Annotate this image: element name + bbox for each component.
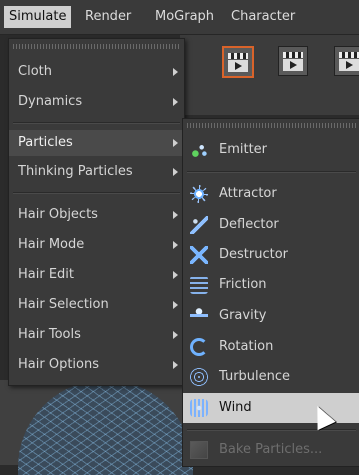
menu-item-label: Hair Objects	[18, 207, 98, 222]
menu-item-hair-options[interactable]: Hair Options	[9, 352, 184, 378]
emitter-icon	[190, 141, 208, 159]
tear-off-handle[interactable]	[187, 123, 356, 128]
submenu-item-label: Deflector	[219, 217, 279, 232]
clapper-render-icon[interactable]	[222, 46, 254, 78]
menu-item-particles[interactable]: Particles	[9, 130, 184, 156]
destructor-icon	[190, 246, 208, 264]
gravity-icon	[190, 307, 208, 325]
submenu-arrow-icon	[173, 361, 178, 369]
menu-item-cloth[interactable]: Cloth	[9, 59, 184, 85]
submenu-arrow-icon	[173, 168, 178, 176]
separator	[187, 171, 356, 173]
menu-item-label: Hair Edit	[18, 267, 75, 282]
submenu-arrow-icon	[173, 139, 178, 147]
submenu-item-label: Friction	[219, 277, 267, 292]
submenu-item-label: Wind	[219, 400, 252, 415]
menu-item-hair-objects[interactable]: Hair Objects	[9, 202, 184, 228]
attractor-icon	[190, 185, 208, 203]
submenu-item-gravity[interactable]: Gravity	[183, 301, 359, 331]
submenu-item-attractor[interactable]: Attractor	[183, 179, 359, 209]
submenu-item-turbulence[interactable]: Turbulence	[183, 362, 359, 392]
clapper-render-view-icon[interactable]	[278, 46, 308, 76]
clapper-render-settings-icon[interactable]	[334, 46, 359, 76]
submenu-item-deflector[interactable]: Deflector	[183, 210, 359, 240]
menu-item-label: Hair Mode	[18, 237, 85, 252]
toolbar	[180, 35, 359, 115]
menu-mograph[interactable]: MoGraph	[150, 6, 219, 28]
submenu-item-destructor[interactable]: Destructor	[183, 240, 359, 270]
submenu-arrow-icon	[173, 301, 178, 309]
submenu-item-rotation[interactable]: Rotation	[183, 332, 359, 362]
submenu-item-friction[interactable]: Friction	[183, 270, 359, 300]
menu-item-label: Hair Selection	[18, 297, 109, 312]
submenu-item-label: Emitter	[219, 142, 268, 157]
simulate-menu: Cloth Dynamics Particles Thinking Partic…	[8, 38, 185, 386]
rotation-icon	[190, 338, 208, 356]
menu-item-label: Hair Tools	[18, 327, 81, 342]
menu-item-thinking-particles[interactable]: Thinking Particles	[9, 159, 184, 185]
separator	[13, 192, 180, 194]
submenu-item-label: Destructor	[219, 247, 289, 262]
menu-item-label: Particles	[18, 135, 73, 150]
tear-off-handle[interactable]	[13, 44, 180, 49]
deflector-icon	[190, 216, 208, 234]
menu-item-hair-selection[interactable]: Hair Selection	[9, 292, 184, 318]
menu-item-hair-edit[interactable]: Hair Edit	[9, 262, 184, 288]
menu-item-label: Hair Options	[18, 357, 99, 372]
submenu-arrow-icon	[173, 271, 178, 279]
turbulence-icon	[190, 368, 208, 386]
submenu-arrow-icon	[173, 241, 178, 249]
menu-item-label: Cloth	[18, 64, 52, 79]
menu-item-label: Thinking Particles	[18, 164, 133, 179]
menu-item-dynamics[interactable]: Dynamics	[9, 89, 184, 115]
menu-item-hair-mode[interactable]: Hair Mode	[9, 232, 184, 258]
submenu-arrow-icon	[173, 98, 178, 106]
submenu-item-label: Rotation	[219, 339, 274, 354]
wind-icon	[190, 399, 208, 417]
submenu-item-bake-particles: Bake Particles...	[183, 435, 359, 465]
submenu-item-label: Turbulence	[219, 369, 291, 384]
submenu-arrow-icon	[173, 331, 178, 339]
separator	[187, 429, 356, 431]
menu-bar: Simulate Render MoGraph Character	[0, 0, 359, 35]
bake-particles-icon	[190, 441, 208, 459]
submenu-item-label: Attractor	[219, 186, 277, 201]
submenu-arrow-icon	[173, 211, 178, 219]
menu-item-label: Dynamics	[18, 94, 83, 109]
friction-icon	[190, 276, 208, 294]
menu-item-hair-tools[interactable]: Hair Tools	[9, 322, 184, 348]
menu-render[interactable]: Render	[80, 6, 136, 28]
submenu-item-label: Gravity	[219, 308, 267, 323]
separator	[13, 122, 180, 124]
menu-simulate[interactable]: Simulate	[4, 6, 72, 28]
submenu-item-emitter[interactable]: Emitter	[183, 135, 359, 165]
submenu-arrow-icon	[173, 68, 178, 76]
submenu-item-label: Bake Particles...	[219, 442, 323, 457]
menu-character[interactable]: Character	[226, 6, 300, 28]
